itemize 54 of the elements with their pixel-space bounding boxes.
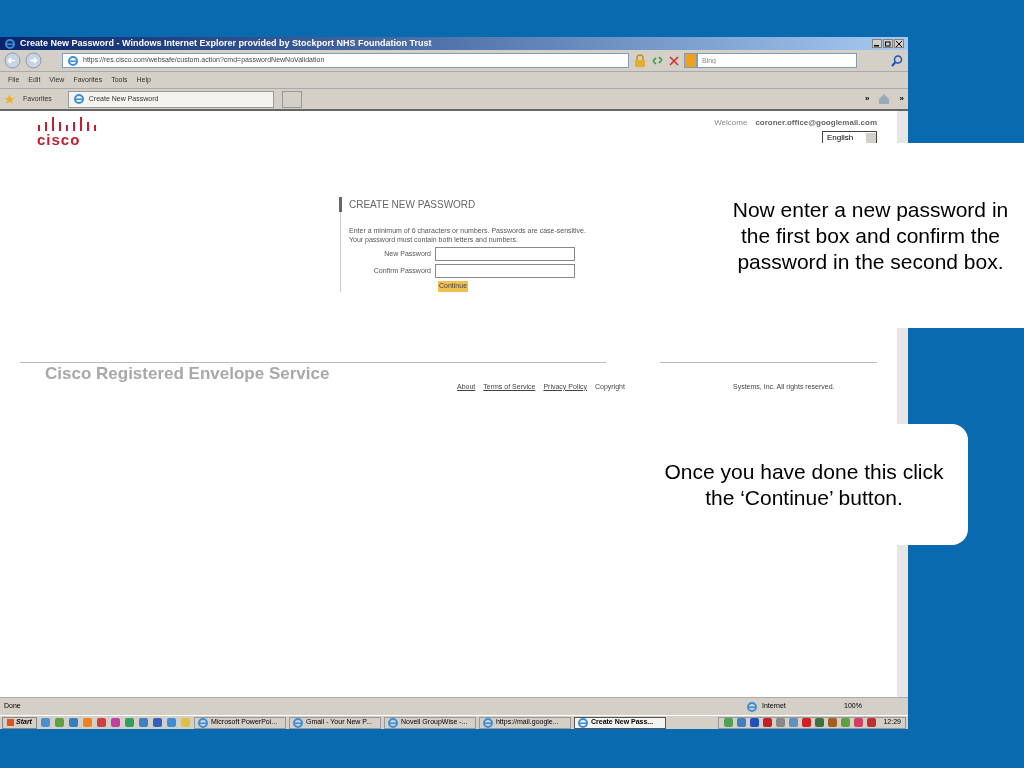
minimize-icon[interactable]	[872, 39, 882, 48]
tray-icon[interactable]	[67, 717, 79, 728]
welcome-label: Welcome	[714, 117, 748, 129]
tray-icon[interactable]	[749, 717, 761, 728]
browser-icon	[4, 37, 16, 50]
search-provider-icon	[684, 53, 697, 68]
close-icon[interactable]	[894, 39, 904, 48]
logo-text: cisco	[37, 131, 82, 150]
back-button[interactable]	[4, 52, 21, 69]
forward-button[interactable]	[25, 52, 42, 69]
new-tab-button[interactable]	[281, 90, 302, 108]
tray-icon[interactable]	[95, 717, 107, 728]
home-icon[interactable]	[877, 93, 892, 105]
site-icon	[72, 93, 85, 105]
user-email: coroner.office@googlemail.com	[755, 117, 877, 129]
tray-icon[interactable]	[53, 717, 65, 728]
refresh-icon[interactable]	[651, 54, 664, 67]
restore-icon[interactable]	[883, 39, 893, 48]
tray-icon[interactable]	[840, 717, 852, 728]
globe-icon	[746, 700, 758, 713]
app-icon	[291, 716, 304, 729]
tray-icon[interactable]	[39, 717, 51, 728]
app-icon	[576, 716, 589, 729]
search-icon[interactable]	[890, 53, 904, 68]
tray-icon[interactable]	[137, 717, 149, 728]
tray-icon[interactable]	[123, 717, 135, 728]
tray-icon[interactable]	[736, 717, 748, 728]
tray-icon[interactable]	[723, 717, 735, 728]
more-button[interactable]: »	[865, 93, 870, 105]
tray-icon[interactable]	[109, 717, 121, 728]
tray-icon[interactable]	[762, 717, 774, 728]
tray-icon[interactable]	[853, 717, 865, 728]
callout-text: Now enter a new password in the first box and confirm the password in the second box.	[731, 196, 1010, 275]
form-heading: CREATE NEW PASSWORD	[339, 197, 600, 212]
callout-text: Once you have done this click the ‘Continue’ button.	[663, 458, 945, 511]
app-icon	[196, 716, 209, 729]
star-icon	[4, 93, 15, 105]
tray-icon[interactable]	[866, 717, 878, 728]
tray-icon[interactable]	[165, 717, 177, 728]
tray-icon[interactable]	[775, 717, 787, 728]
app-icon	[386, 716, 399, 729]
tray-icon[interactable]	[788, 717, 800, 728]
site-icon	[67, 54, 79, 67]
password-field[interactable]	[435, 264, 575, 278]
tray-icon[interactable]	[827, 717, 839, 728]
tray-icon[interactable]	[151, 717, 163, 728]
lock-icon[interactable]	[633, 53, 647, 68]
tray-icon[interactable]	[814, 717, 826, 728]
window-title: Create New Password - Windows Internet Explorer provided by Stockport NHS Foundation Trust	[20, 39, 432, 48]
password-field[interactable]	[435, 247, 575, 261]
app-icon	[481, 716, 494, 729]
service-title: Cisco Registered Envelope Service	[45, 362, 331, 384]
tray-icon[interactable]	[801, 717, 813, 728]
more-button[interactable]: »	[899, 93, 904, 105]
